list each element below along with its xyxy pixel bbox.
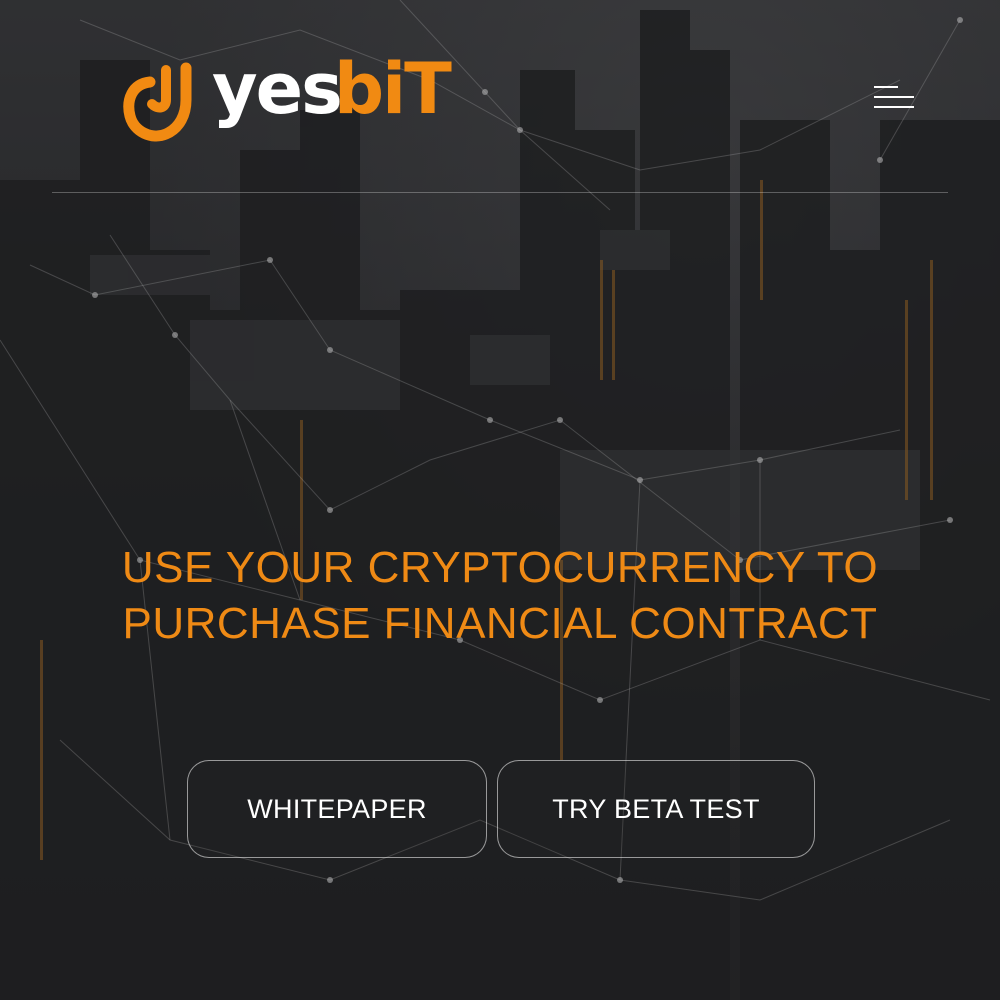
menu-line-middle: [874, 96, 914, 98]
menu-line-bottom: [874, 106, 914, 108]
hamburger-menu-icon[interactable]: [868, 82, 916, 112]
logo-text-yes: yes: [212, 48, 343, 130]
yesbit-logo[interactable]: yes biT: [122, 54, 452, 142]
menu-line-top: [874, 86, 898, 88]
logo-text-bit: biT: [334, 48, 452, 130]
hero-headline: USE YOUR CRYPTOCURRENCY TO PURCHASE FINA…: [0, 540, 1000, 652]
whitepaper-button[interactable]: WHITEPAPER: [187, 760, 487, 858]
header-divider: [52, 192, 948, 193]
headline-line-1: USE YOUR CRYPTOCURRENCY TO: [121, 543, 879, 592]
yesbit-logo-mark-icon: [123, 62, 192, 142]
try-beta-test-button[interactable]: TRY BETA TEST: [497, 760, 815, 858]
site-header: yes biT: [0, 0, 1000, 195]
headline-line-2: PURCHASE FINANCIAL CONTRACT: [122, 599, 878, 648]
